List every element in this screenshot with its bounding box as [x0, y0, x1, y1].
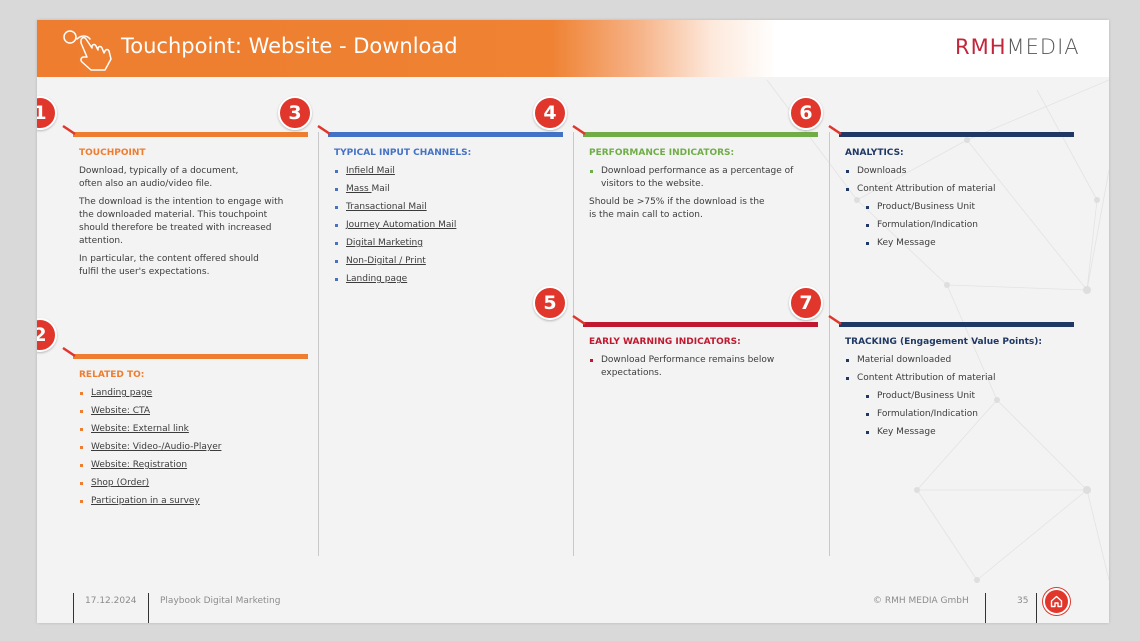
analytics-heading: ANALYTICS: — [845, 148, 904, 158]
input-channels-panel: TYPICAL INPUT CHANNELS: Infield Mail Mas… — [334, 147, 564, 291]
related-link[interactable]: Landing page — [91, 388, 152, 398]
list-item: Material downloaded — [845, 354, 1085, 367]
list-subitem: Key Message — [845, 426, 1085, 439]
analytics-list: Downloads Content Attribution of materia… — [845, 165, 1075, 250]
list-item: Website: Registration — [79, 459, 309, 472]
channel-link[interactable]: Non-Digital / Print — [346, 256, 426, 266]
list-item: Website: CTA — [79, 405, 309, 418]
related-link[interactable]: Website: Registration — [91, 460, 187, 470]
list-item: Download performance as a percentage of … — [589, 165, 819, 191]
list-item: Landing page — [334, 273, 564, 286]
channel-link[interactable]: Landing page — [346, 274, 407, 284]
tracking-panel: TRACKING (Engagement Value Points): Mate… — [845, 336, 1085, 444]
slide: Touchpoint: Website - Download RMH MEDIA … — [37, 20, 1109, 623]
channel-link[interactable]: Mass — [346, 184, 372, 194]
performance-heading: PERFORMANCE INDICATORS: — [589, 148, 735, 158]
related-panel: RELATED TO: Landing page Website: CTA We… — [79, 369, 309, 513]
badge-5: 5 — [533, 286, 567, 320]
channel-link[interactable]: Transactional Mail — [346, 202, 427, 212]
list-item: Shop (Order) — [79, 477, 309, 490]
channel-suffix: Mail — [371, 184, 390, 194]
channel-link[interactable]: Journey Automation Mail — [346, 220, 456, 230]
touchpoint-panel: TOUCHPOINT Download, typically of a docu… — [79, 147, 309, 284]
list-item: Download Performance remains below expec… — [589, 354, 819, 380]
early-warning-list: Download Performance remains below expec… — [589, 354, 819, 380]
list-item: Downloads — [845, 165, 1075, 178]
tracking-list: Material downloaded Content Attribution … — [845, 354, 1085, 439]
early-warning-panel: EARLY WARNING INDICATORS: Download Perfo… — [589, 336, 819, 385]
list-subitem: Product/Business Unit — [845, 390, 1085, 403]
channel-link[interactable]: Digital Marketing — [346, 238, 423, 248]
list-item: Landing page — [79, 387, 309, 400]
list-item: Website: External link — [79, 423, 309, 436]
badge-6: 6 — [789, 96, 823, 130]
touchpoint-text: In particular, the content offered shoul… — [79, 254, 259, 277]
badge-7: 7 — [789, 286, 823, 320]
list-item: Non-Digital / Print — [334, 255, 564, 268]
list-item: Mass Mail — [334, 183, 564, 196]
channel-link[interactable]: Infield Mail — [346, 166, 395, 176]
list-item: Content Attribution of material — [845, 372, 1085, 385]
badge-4: 4 — [533, 96, 567, 130]
list-item: Infield Mail — [334, 165, 564, 178]
related-heading: RELATED TO: — [79, 370, 145, 380]
list-item: Transactional Mail — [334, 201, 564, 214]
performance-list: Download performance as a percentage of … — [589, 165, 819, 191]
list-subitem: Formulation/Indication — [845, 219, 1075, 232]
related-list: Landing page Website: CTA Website: Exter… — [79, 387, 309, 508]
related-link[interactable]: Website: CTA — [91, 406, 150, 416]
analytics-panel: ANALYTICS: Downloads Content Attribution… — [845, 147, 1075, 255]
touchpoint-text: Download, typically of a document, often… — [79, 166, 239, 189]
list-item: Website: Video-/Audio-Player — [79, 441, 309, 454]
list-item: Content Attribution of material — [845, 183, 1075, 196]
list-subitem: Formulation/Indication — [845, 408, 1085, 421]
early-warning-heading: EARLY WARNING INDICATORS: — [589, 337, 741, 347]
touchpoint-heading: TOUCHPOINT — [79, 148, 146, 158]
related-link[interactable]: Website: Video-/Audio-Player — [91, 442, 221, 452]
list-item: Digital Marketing — [334, 237, 564, 250]
list-subitem: Key Message — [845, 237, 1075, 250]
list-subitem: Product/Business Unit — [845, 201, 1075, 214]
list-item: Journey Automation Mail — [334, 219, 564, 232]
performance-note: Should be >75% if the download is the is… — [589, 197, 765, 220]
performance-panel: PERFORMANCE INDICATORS: Download perform… — [589, 147, 819, 227]
touchpoint-text: The download is the intention to engage … — [79, 197, 284, 246]
badge-3: 3 — [278, 96, 312, 130]
input-channels-heading: TYPICAL INPUT CHANNELS: — [334, 148, 472, 158]
connector-lines — [62, 124, 842, 358]
list-item: Participation in a survey — [79, 495, 309, 508]
related-link[interactable]: Shop (Order) — [91, 478, 149, 488]
tracking-heading: TRACKING (Engagement Value Points): — [845, 337, 1042, 347]
input-channels-list: Infield Mail Mass Mail Transactional Mai… — [334, 165, 564, 286]
related-link[interactable]: Participation in a survey — [91, 496, 200, 506]
related-link[interactable]: Website: External link — [91, 424, 189, 434]
